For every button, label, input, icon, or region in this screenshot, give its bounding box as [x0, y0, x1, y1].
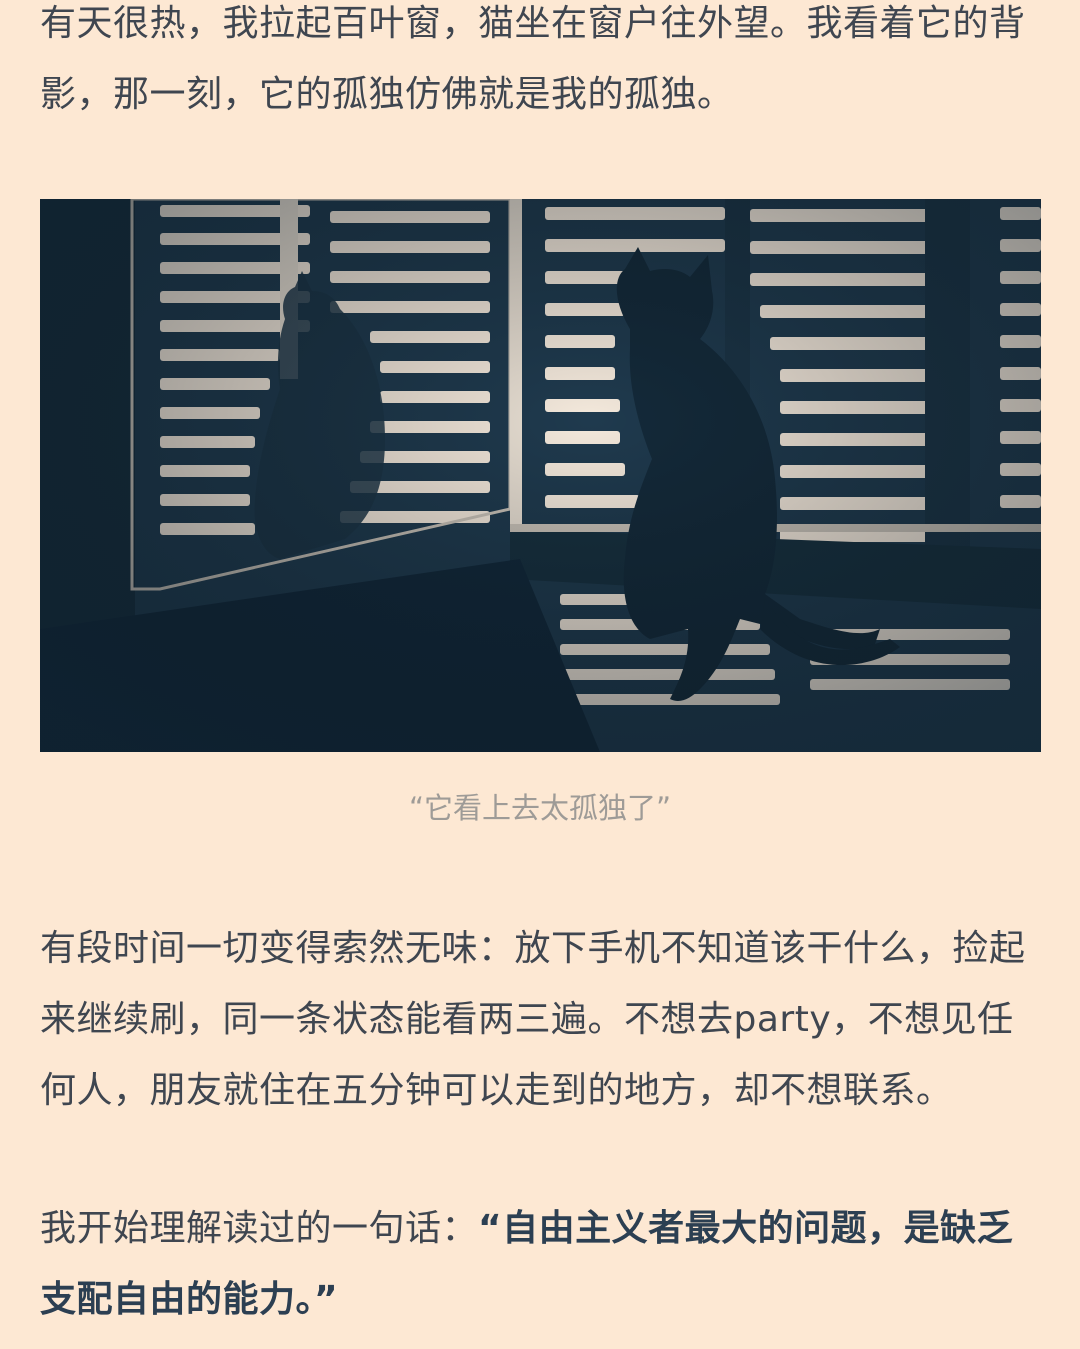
photo-illustration [40, 199, 1041, 752]
paragraph-quote: 我开始理解读过的一句话：“自由主义者最大的问题，是缺乏支配自由的能力。” [40, 1193, 1040, 1335]
quote-lead: 我开始理解读过的一句话： [40, 1208, 479, 1249]
photo-caption: “它看上去太孤独了” [408, 791, 672, 825]
paragraph-window-cat: 有天很热，我拉起百叶窗，猫坐在窗户往外望。我看着它的背影，那一刻，它的孤独仿佛就… [40, 3, 1026, 115]
cat-window-photo [40, 199, 1041, 752]
article: 有天很热，我拉起百叶窗，猫坐在窗户往外望。我看着它的背影，那一刻，它的孤独仿佛就… [0, 0, 1080, 1349]
paragraph-boredom: 有段时间一切变得索然无味：放下手机不知道该干什么，捡起来继续刷，同一条状态能看两… [40, 928, 1026, 1111]
